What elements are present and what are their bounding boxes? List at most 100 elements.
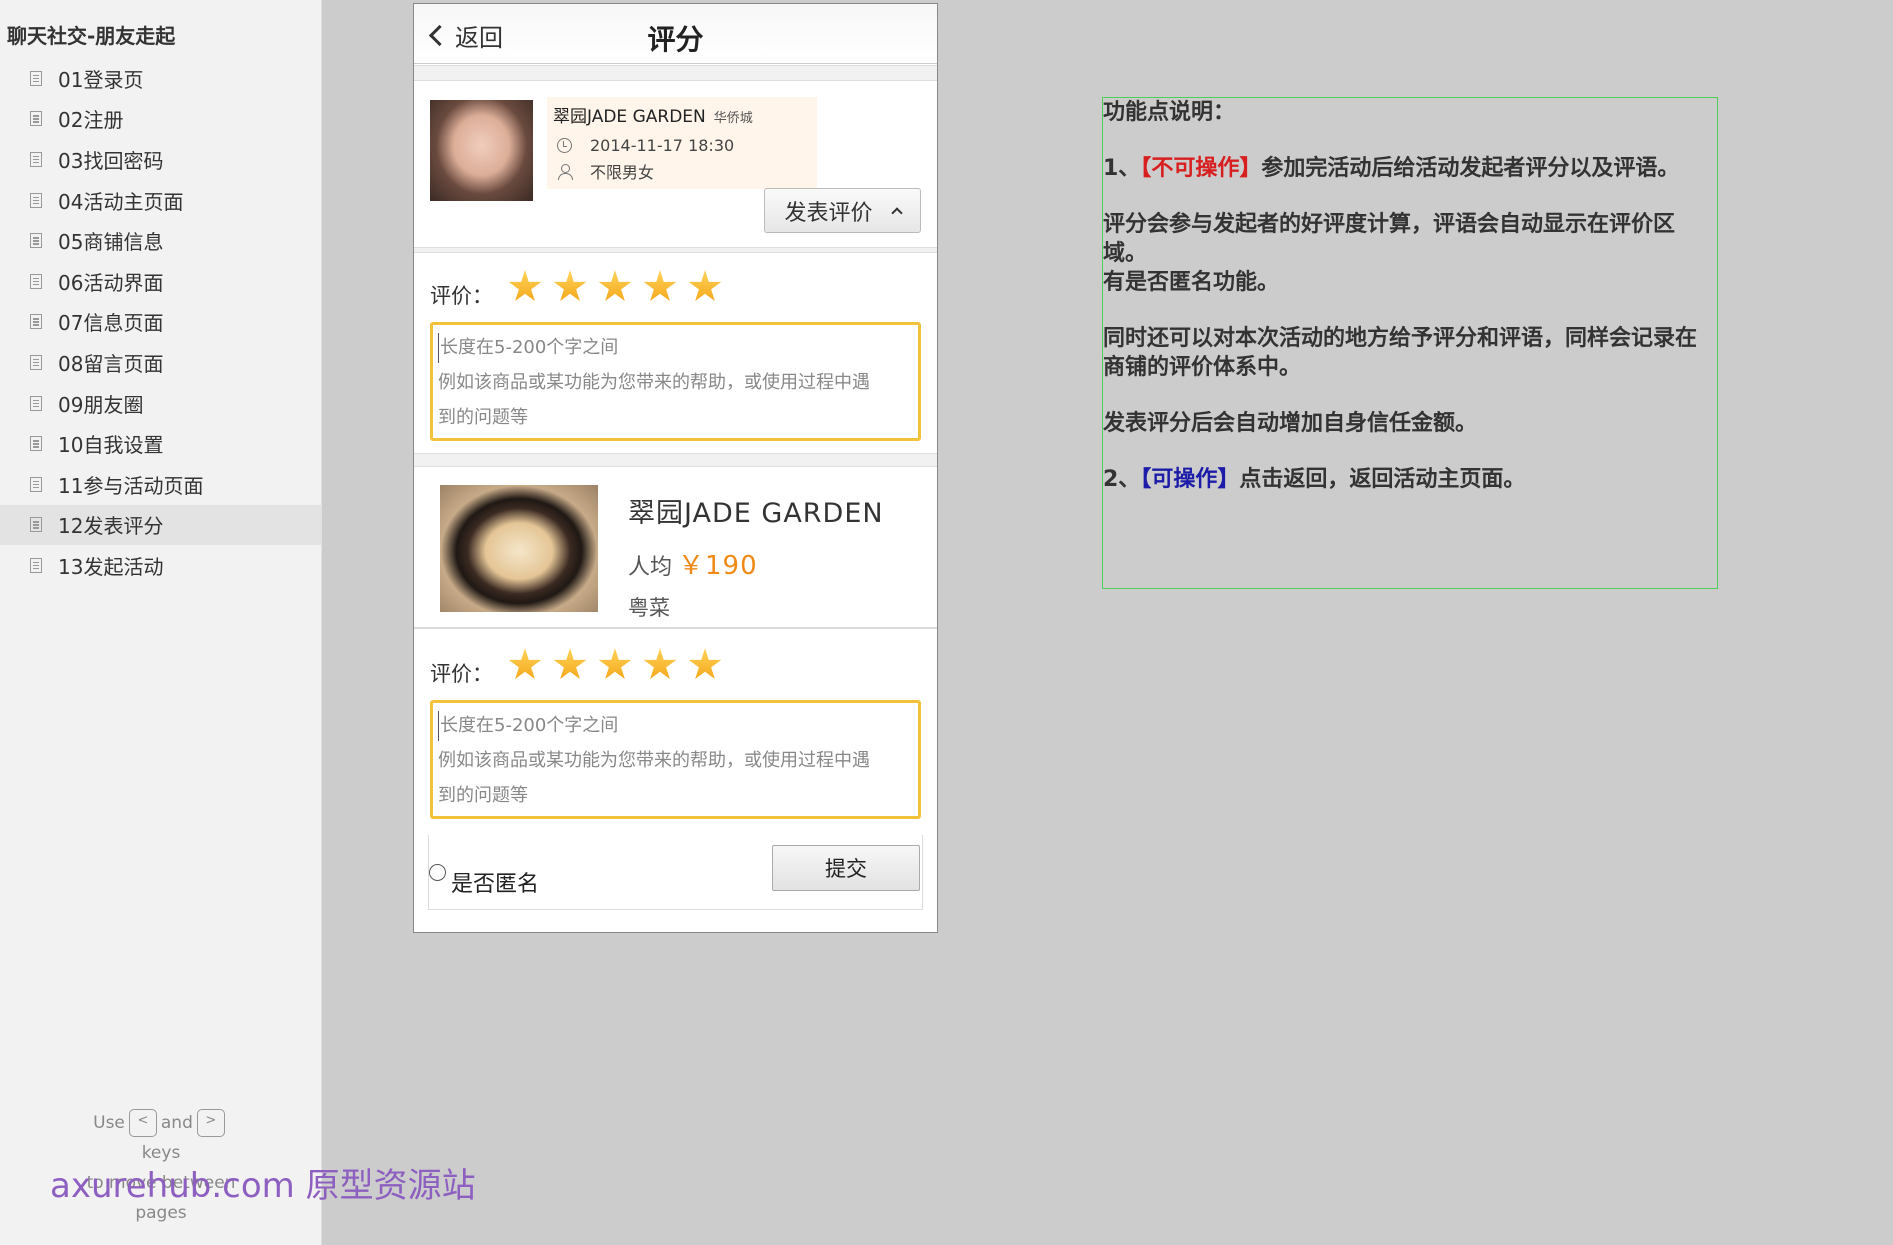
- person-icon: [557, 163, 573, 180]
- page-icon: [30, 111, 42, 127]
- page-icon: [30, 233, 42, 249]
- sidebar-item-label: 10自我设置: [58, 433, 164, 458]
- sidebar-item-post-rating[interactable]: 12发表评分: [0, 504, 321, 546]
- star-icon[interactable]: [553, 648, 587, 679]
- restaurant-card: 翠园JADE GARDEN 人均 ￥190 粤菜: [414, 467, 937, 627]
- sidebar-item-messages[interactable]: 07信息页面: [0, 302, 321, 343]
- notes-panel: 功能点说明： 1、【不可操作】参加完活动后给活动发起者评分以及评语。 评分会参与…: [1102, 97, 1718, 589]
- hint-use: Use: [93, 1113, 125, 1133]
- activity-gender: 不限男女: [590, 163, 655, 182]
- notes-item-text: 点击返回，返回活动主页面。: [1239, 467, 1526, 492]
- avg-price: ￥190: [678, 551, 758, 581]
- left-arrow-key-icon: <: [128, 1109, 157, 1137]
- star-icon[interactable]: [598, 648, 632, 679]
- phone-mockup: 返回 评分 翠园JADE GARDEN 华侨城 2014-11-17 18:30 …: [413, 3, 938, 933]
- star-icon[interactable]: [508, 648, 542, 679]
- star-icon[interactable]: [688, 270, 722, 301]
- star-rating[interactable]: [508, 648, 733, 682]
- organizer-rating-block: 评价： 长度在5-200个字之间 例如该商品或某功能为您带来的帮助，或使用过程中…: [414, 262, 937, 452]
- rating-label: 评价：: [430, 662, 493, 686]
- footer-bar: 是否匿名 提交: [428, 835, 923, 910]
- page-icon: [30, 192, 42, 208]
- activity-info: 翠园JADE GARDEN 华侨城 2014-11-17 18:30 不限男女: [547, 97, 817, 189]
- page-icon: [30, 314, 42, 330]
- divider: [414, 627, 937, 629]
- organizer-review-textarea[interactable]: 长度在5-200个字之间 例如该商品或某功能为您带来的帮助，或使用过程中遇 到的…: [430, 322, 921, 441]
- sidebar-item-label: 01登录页: [58, 67, 144, 92]
- sidebar-item-create-activity[interactable]: 13发起活动: [0, 545, 321, 586]
- activity-card: 翠园JADE GARDEN 华侨城 2014-11-17 18:30 不限男女 发…: [414, 82, 937, 247]
- sidebar-item-label: 07信息页面: [58, 311, 164, 336]
- page-icon: [30, 395, 42, 411]
- right-arrow-key-icon: >: [196, 1109, 225, 1137]
- sidebar-item-label: 05商铺信息: [58, 230, 164, 255]
- sidebar-item-activity-screen[interactable]: 06活动界面: [0, 261, 321, 302]
- sidebar-item-label: 08留言页面: [58, 351, 164, 376]
- avg-price-row: 人均 ￥190: [628, 545, 758, 582]
- sidebar-item-recover-password[interactable]: 03找回密码: [0, 139, 321, 180]
- review-placeholder-line3: 到的问题等: [438, 407, 528, 428]
- sidebar-item-settings[interactable]: 10自我设置: [0, 423, 321, 464]
- sidebar-item-label: 02注册: [58, 108, 124, 133]
- rating-label: 评价：: [430, 284, 493, 308]
- activity-gender-row: 不限男女: [553, 159, 811, 183]
- restaurant-photo: [440, 485, 598, 612]
- sidebar-item-activity-home[interactable]: 04活动主页面: [0, 180, 321, 221]
- sidebar-item-comments[interactable]: 08留言页面: [0, 342, 321, 383]
- post-review-label: 发表评价: [784, 200, 873, 226]
- notes-heading: 功能点说明：: [1103, 100, 1236, 125]
- sidebar-item-label: 04活动主页面: [58, 189, 184, 214]
- page-icon: [30, 476, 42, 492]
- notes-item-1: 1、【不可操作】参加完活动后给活动发起者评分以及评语。: [1103, 154, 1717, 183]
- star-rating[interactable]: [508, 270, 733, 304]
- star-icon[interactable]: [553, 270, 587, 301]
- sidebar-item-label: 12发表评分: [58, 514, 164, 539]
- sidebar-item-moments[interactable]: 09朋友圈: [0, 383, 321, 424]
- clock-icon: [557, 138, 572, 153]
- post-review-button[interactable]: 发表评价: [764, 188, 921, 233]
- sidebar-item-shop-info[interactable]: 05商铺信息: [0, 220, 321, 261]
- avg-price-label: 人均: [628, 555, 673, 580]
- cuisine: 粤菜: [628, 596, 670, 620]
- star-icon[interactable]: [688, 648, 722, 679]
- page-icon: [30, 517, 42, 533]
- sidebar-item-label: 06活动界面: [58, 270, 164, 295]
- page-icon: [30, 436, 42, 452]
- phone-header: 返回 评分: [414, 4, 937, 64]
- review-placeholder-line3: 到的问题等: [438, 785, 528, 806]
- page-list: 01登录页 02注册 03找回密码 04活动主页面 05商铺信息 06活动界面 …: [0, 58, 321, 586]
- sidebar-item-label: 11参与活动页面: [58, 473, 204, 498]
- sidebar-item-label: 13发起活动: [58, 554, 164, 579]
- page-icon: [30, 70, 42, 86]
- star-icon[interactable]: [598, 270, 632, 301]
- page-icon: [30, 354, 42, 370]
- notes-item-text: 参加完活动后给活动发起者评分以及评语。: [1261, 156, 1680, 181]
- divider: [414, 453, 937, 467]
- notes-para-4: 发表评分后会自动增加自身信任金额。: [1103, 411, 1478, 436]
- project-title: 聊天社交-朋友走起: [7, 24, 176, 48]
- text-caret: [438, 711, 439, 741]
- venue-review-textarea[interactable]: 长度在5-200个字之间 例如该商品或某功能为您带来的帮助，或使用过程中遇 到的…: [430, 700, 921, 819]
- sidebar-item-register[interactable]: 02注册: [0, 99, 321, 140]
- notes-item-prefix: 2、: [1103, 467, 1141, 492]
- star-icon[interactable]: [508, 270, 542, 301]
- sidebar-item-label: 09朋友圈: [58, 392, 144, 417]
- star-icon[interactable]: [643, 270, 677, 301]
- non-operable-tag: 【不可操作】: [1140, 156, 1262, 181]
- review-placeholder-line2: 例如该商品或某功能为您带来的帮助，或使用过程中遇: [438, 372, 870, 393]
- star-icon[interactable]: [643, 648, 677, 679]
- restaurant-name: 翠园JADE GARDEN: [628, 498, 884, 529]
- avatar: [430, 100, 533, 201]
- sidebar-item-login[interactable]: 01登录页: [0, 58, 321, 99]
- hint-and: and: [160, 1113, 193, 1133]
- notes-para-3: 同时还可以对本次活动的地方给予评分和评语，同样会记录在商铺的评价体系中。: [1103, 326, 1698, 380]
- watermark: axurehub.com 原型资源站: [50, 1166, 476, 1206]
- page-icon: [30, 273, 42, 289]
- text-caret: [438, 333, 439, 363]
- anonymous-radio[interactable]: [429, 864, 446, 881]
- activity-datetime: 2014-11-17 18:30: [590, 136, 735, 155]
- submit-button[interactable]: 提交: [772, 845, 920, 891]
- anonymous-label[interactable]: 是否匿名: [451, 866, 539, 898]
- sidebar-item-joined-activities[interactable]: 11参与活动页面: [0, 464, 321, 505]
- notes-para-2b: 有是否匿名功能。: [1103, 270, 1280, 295]
